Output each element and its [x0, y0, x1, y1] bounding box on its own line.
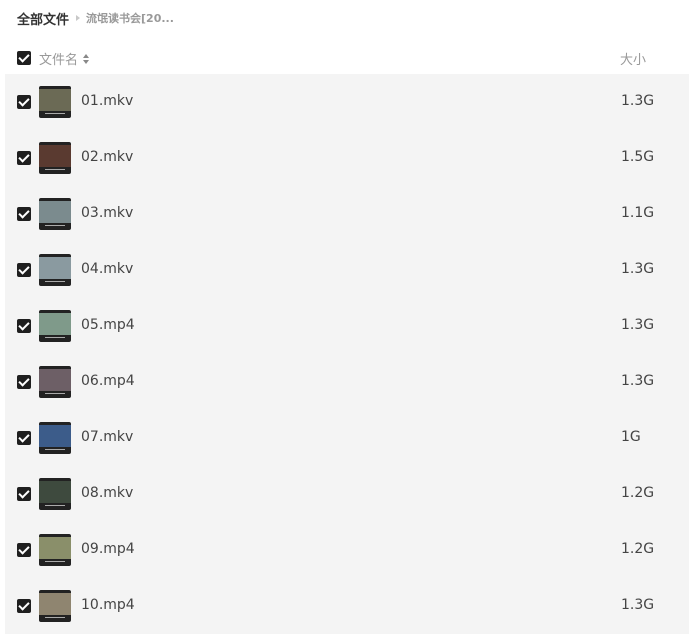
file-row[interactable]: 04.mkv 1.3G — [5, 242, 689, 298]
video-thumbnail — [39, 478, 71, 510]
video-thumbnail — [39, 310, 71, 342]
column-header-name-label: 文件名 — [39, 53, 79, 68]
file-checkbox[interactable] — [17, 151, 31, 165]
file-name[interactable]: 02.mkv — [81, 149, 133, 165]
file-row[interactable]: 03.mkv 1.1G — [5, 186, 689, 242]
file-size: 1.3G — [621, 317, 655, 333]
thumbnail-subtitle-line — [45, 225, 65, 226]
file-size: 1.1G — [621, 205, 655, 221]
thumbnail-image — [39, 201, 71, 223]
file-size: 1.2G — [621, 485, 655, 501]
video-thumbnail — [39, 142, 71, 174]
file-checkbox[interactable] — [17, 487, 31, 501]
file-row[interactable]: 10.mp4 1.3G — [5, 578, 689, 634]
file-name[interactable]: 06.mp4 — [81, 373, 135, 389]
file-checkbox[interactable] — [17, 431, 31, 445]
file-name[interactable]: 07.mkv — [81, 429, 133, 445]
thumbnail-subtitle-line — [45, 449, 65, 450]
file-checkbox[interactable] — [17, 543, 31, 557]
thumbnail-image — [39, 593, 71, 615]
thumbnail-subtitle-line — [45, 169, 65, 170]
file-row[interactable]: 05.mp4 1.3G — [5, 298, 689, 354]
thumbnail-subtitle-line — [45, 561, 65, 562]
file-row[interactable]: 07.mkv 1G — [5, 410, 689, 466]
thumbnail-image — [39, 313, 71, 335]
column-header-size[interactable]: 大小 — [620, 49, 646, 68]
file-checkbox[interactable] — [17, 95, 31, 109]
thumbnail-subtitle-line — [45, 337, 65, 338]
file-size: 1.3G — [621, 261, 655, 277]
breadcrumb-root-link[interactable]: 全部文件 — [17, 9, 69, 28]
file-list: 01.mkv 1.3G 02.mkv 1.5G 03.mkv 1.1G 04.mkv 1.3G… — [5, 74, 689, 634]
thumbnail-image — [39, 481, 71, 503]
video-thumbnail — [39, 198, 71, 230]
file-size: 1.5G — [621, 149, 655, 165]
file-checkbox[interactable] — [17, 319, 31, 333]
video-thumbnail — [39, 366, 71, 398]
file-size: 1.3G — [621, 93, 655, 109]
thumbnail-image — [39, 425, 71, 447]
breadcrumb: 全部文件 流氓读书会[20... — [17, 8, 174, 28]
file-checkbox[interactable] — [17, 599, 31, 613]
file-row[interactable]: 01.mkv 1.3G — [5, 74, 689, 130]
video-thumbnail — [39, 254, 71, 286]
video-thumbnail — [39, 534, 71, 566]
breadcrumb-separator-icon — [76, 15, 81, 21]
breadcrumb-current-folder: 流氓读书会[20... — [86, 12, 174, 25]
file-size: 1G — [621, 429, 641, 445]
file-name[interactable]: 10.mp4 — [81, 597, 135, 613]
file-row[interactable]: 02.mkv 1.5G — [5, 130, 689, 186]
thumbnail-image — [39, 369, 71, 391]
file-name[interactable]: 01.mkv — [81, 93, 133, 109]
thumbnail-image — [39, 537, 71, 559]
file-row[interactable]: 09.mp4 1.2G — [5, 522, 689, 578]
file-name[interactable]: 04.mkv — [81, 261, 133, 277]
file-size: 1.3G — [621, 373, 655, 389]
file-name[interactable]: 03.mkv — [81, 205, 133, 221]
video-thumbnail — [39, 86, 71, 118]
file-checkbox[interactable] — [17, 207, 31, 221]
video-thumbnail — [39, 422, 71, 454]
thumbnail-subtitle-line — [45, 281, 65, 282]
thumbnail-subtitle-line — [45, 393, 65, 394]
sort-icon[interactable] — [83, 53, 90, 64]
file-name[interactable]: 09.mp4 — [81, 541, 135, 557]
thumbnail-image — [39, 145, 71, 167]
file-size: 1.2G — [621, 541, 655, 557]
file-size: 1.3G — [621, 597, 655, 613]
file-list-header: 文件名 大小 — [0, 44, 689, 72]
thumbnail-subtitle-line — [45, 505, 65, 506]
thumbnail-image — [39, 89, 71, 111]
file-row[interactable]: 08.mkv 1.2G — [5, 466, 689, 522]
file-checkbox[interactable] — [17, 263, 31, 277]
file-name[interactable]: 08.mkv — [81, 485, 133, 501]
thumbnail-subtitle-line — [45, 617, 65, 618]
file-checkbox[interactable] — [17, 375, 31, 389]
select-all-checkbox[interactable] — [17, 51, 31, 65]
file-row[interactable]: 06.mp4 1.3G — [5, 354, 689, 410]
file-name[interactable]: 05.mp4 — [81, 317, 135, 333]
video-thumbnail — [39, 590, 71, 622]
thumbnail-image — [39, 257, 71, 279]
column-header-name[interactable]: 文件名 — [39, 49, 90, 68]
thumbnail-subtitle-line — [45, 113, 65, 114]
